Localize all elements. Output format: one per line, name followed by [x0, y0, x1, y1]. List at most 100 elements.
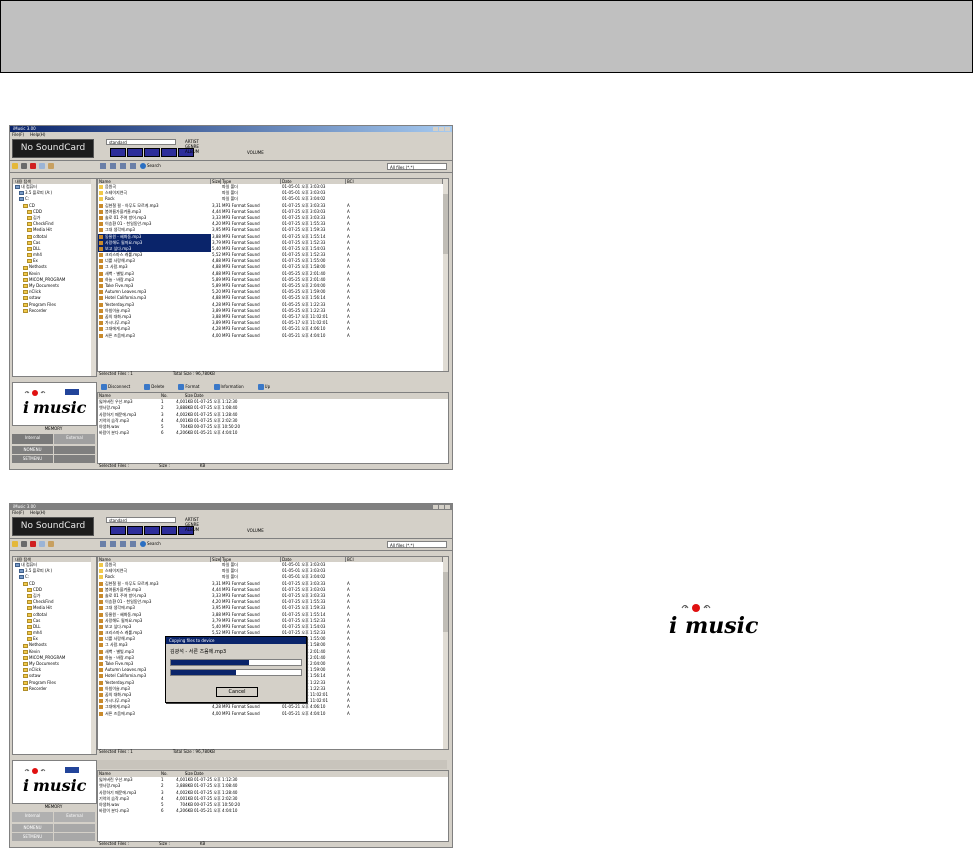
play-icon[interactable] [127, 148, 143, 157]
folder-icon [99, 197, 103, 202]
tree-item[interactable]: Recorder [13, 686, 96, 692]
side-button-2b[interactable] [54, 833, 95, 841]
maximize-icon[interactable] [439, 127, 444, 131]
search-button[interactable]: Search [140, 163, 161, 169]
audio-file-icon [99, 612, 103, 617]
side-button-1b[interactable] [54, 446, 95, 454]
prev-icon[interactable] [110, 148, 126, 157]
folder-tree[interactable]: 내용 탐색 내 컴퓨터 3.5 플로피 (A:) C: CD CDD 김가 CheckFin… [12, 556, 97, 755]
cancel-button[interactable]: Cancel [216, 687, 258, 697]
up-folder-icon[interactable] [100, 163, 106, 169]
disconnect-button[interactable]: Disconnect [101, 382, 130, 391]
file-row[interactable]: 서른 즈음에.mp3 4,004KBMP3 Format Sound 01-05-2… [98, 333, 448, 339]
cut-icon[interactable] [21, 163, 27, 169]
prev-icon[interactable] [110, 526, 126, 535]
scroll-thumb[interactable] [443, 194, 448, 254]
file-scrollbar[interactable] [443, 179, 448, 371]
folder-icon [23, 643, 28, 648]
pause-icon[interactable] [144, 148, 160, 157]
folder-icon [27, 587, 32, 592]
stop-icon[interactable] [161, 148, 177, 157]
file-name-text: 그대 생각에.mp3 [105, 605, 135, 611]
maximize-icon[interactable] [439, 505, 444, 509]
pause-icon[interactable] [144, 526, 160, 535]
up-button[interactable]: Up [257, 382, 270, 391]
setmenu-button[interactable]: SETMENU [12, 833, 53, 841]
copy-icon[interactable] [39, 541, 45, 547]
file-list[interactable]: Name Size Type Date BCI 음원곡 파일 폴더 01-05-01… [97, 178, 449, 372]
large-logo-i: i [669, 613, 677, 639]
back-icon[interactable] [110, 541, 116, 547]
folder-icon [23, 296, 28, 301]
audio-file-icon [99, 240, 103, 245]
folder-icon [27, 259, 32, 264]
internal-button[interactable]: Internal [12, 434, 53, 444]
search-button[interactable]: Search [140, 541, 161, 547]
player-mode-select[interactable]: standard [106, 517, 176, 523]
folder-icon [27, 637, 32, 642]
folder-tree[interactable]: 내용 탐색 내 컴퓨터 3.5 플로피 (A:) C: CD CDD 김가 CheckFin… [12, 178, 97, 377]
delete-icon[interactable] [30, 163, 36, 169]
close-icon[interactable] [445, 505, 450, 509]
device-toolbar [97, 760, 447, 769]
view-list-icon[interactable] [120, 541, 126, 547]
device-file-row[interactable]: 바람이 분다.mp3 6 4,206KB 01-05-21 오후 4:04:10 [98, 430, 448, 436]
external-button[interactable]: External [54, 434, 95, 444]
view-list-icon[interactable] [120, 163, 126, 169]
minimize-icon[interactable] [433, 127, 438, 131]
scroll-thumb[interactable] [443, 572, 448, 632]
file-name-text: 가시나무.mp3 [105, 698, 130, 704]
device-file-date: 01-05-21 오후 4:04:10 [194, 808, 238, 814]
player-mode-select[interactable]: standard [106, 139, 176, 145]
tree-item[interactable]: Recorder [13, 308, 96, 314]
folder-icon [23, 649, 28, 654]
nomenu-button[interactable]: NOMENU [12, 446, 53, 454]
close-icon[interactable] [445, 127, 450, 131]
file-filter-select[interactable]: All files (*.*) [387, 541, 447, 548]
device-file-date: 01-05-21 오후 4:04:10 [194, 430, 238, 436]
memory-label: MEMORY [44, 426, 63, 431]
internal-button[interactable]: Internal [12, 812, 53, 822]
folder-icon[interactable] [12, 541, 18, 547]
external-button[interactable]: External [54, 812, 95, 822]
folder-icon [99, 569, 103, 574]
side-buttons-row-1: NOMENU [12, 446, 95, 454]
folder-icon [27, 612, 32, 617]
cut-icon[interactable] [21, 541, 27, 547]
device-file-list[interactable]: Name No. Size Date 잃어버린 우산.mp3 1 4,001KB 01… [97, 392, 449, 464]
tree-scrollbar[interactable] [91, 179, 96, 376]
folder-icon [27, 600, 32, 605]
play-icon[interactable] [127, 526, 143, 535]
file-row[interactable]: 서른 즈음에.mp3 4,004KBMP3 Format Sound 01-05-2… [98, 711, 448, 717]
information-button[interactable]: Information [213, 382, 244, 391]
side-button-2b[interactable] [54, 455, 95, 463]
tree-scrollbar[interactable] [91, 557, 96, 754]
folder-icon [27, 228, 32, 233]
imusic-logo: i music [23, 767, 87, 795]
format-button[interactable]: Format [178, 382, 200, 391]
file-scrollbar[interactable] [443, 557, 448, 749]
view-details-icon[interactable] [130, 163, 136, 169]
up-folder-icon[interactable] [100, 541, 106, 547]
paste-icon[interactable] [48, 541, 54, 547]
delete-button[interactable]: Delete [144, 382, 164, 391]
setmenu-button[interactable]: SETMENU [12, 455, 53, 463]
delete-icon[interactable] [30, 541, 36, 547]
device-status-size: Size : [159, 841, 170, 846]
tree-item-label: Recorder [29, 685, 47, 691]
device-file-list[interactable]: Name No. Size Date 잃어버린 우산.mp3 1 4,001KB 01… [97, 770, 449, 842]
file-date: 01-05-21 오후 4:04:10 [282, 332, 326, 338]
minimize-icon[interactable] [433, 505, 438, 509]
view-details-icon[interactable] [130, 541, 136, 547]
stop-icon[interactable] [161, 526, 177, 535]
folder-icon[interactable] [12, 163, 18, 169]
file-name-text: 새벽 - 별빛.mp3 [105, 270, 134, 276]
side-button-1b[interactable] [54, 824, 95, 832]
nomenu-button[interactable]: NOMENU [12, 824, 53, 832]
copy-icon[interactable] [39, 163, 45, 169]
file-filter-select[interactable]: All files (*.*) [387, 163, 447, 170]
back-icon[interactable] [110, 163, 116, 169]
paste-icon[interactable] [48, 163, 54, 169]
folder-icon [27, 618, 32, 623]
device-file-row[interactable]: 바람이 분다.mp3 6 4,206KB 01-05-21 오후 4:04:10 [98, 808, 448, 814]
